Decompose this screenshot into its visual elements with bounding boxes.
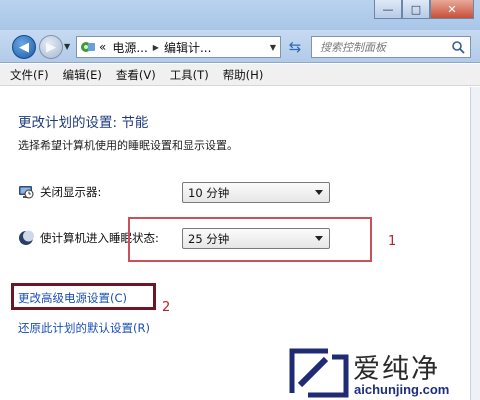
display-off-row: 关闭显示器: [18, 181, 101, 203]
recent-pages-dropdown[interactable]: ▼ [64, 42, 70, 51]
address-dropdown-icon[interactable]: ▼ [270, 43, 276, 52]
control-panel-icon [77, 39, 99, 55]
menu-edit[interactable]: 编辑(E) [63, 67, 102, 83]
display-off-value: 10 分钟 [188, 185, 230, 200]
moon-icon [18, 230, 34, 246]
breadcrumb-item-power[interactable]: 电源... [112, 39, 147, 56]
page-title: 更改计划的设置: 节能 [18, 115, 149, 131]
restore-defaults-link[interactable]: 还原此计划的默认设置(R) [18, 320, 150, 336]
search-box[interactable] [311, 36, 471, 58]
search-input[interactable] [320, 40, 450, 54]
window-controls: — □ ✕ [374, 0, 474, 19]
arrow-right-icon: ▶ [46, 39, 56, 55]
maximize-button[interactable]: □ [402, 0, 430, 19]
close-button[interactable]: ✕ [430, 0, 474, 19]
back-button[interactable]: ◀ [12, 35, 36, 59]
display-off-label: 关闭显示器: [40, 185, 102, 199]
refresh-icon: ⇆ [288, 38, 302, 56]
watermark-url: aichunjing.com [354, 382, 450, 397]
annotation-box-advanced [11, 283, 156, 310]
arrow-left-icon: ◀ [19, 39, 29, 55]
forward-button[interactable]: ▶ [39, 35, 63, 59]
monitor-clock-icon [18, 184, 34, 200]
refresh-button[interactable]: ⇆ [285, 38, 305, 56]
menu-help[interactable]: 帮助(H) [223, 67, 264, 83]
address-bar[interactable]: « 电源... ▶ 编辑计... ▼ [76, 36, 281, 58]
breadcrumb-prefix[interactable]: « [99, 40, 106, 54]
window-titlebar: — □ ✕ [0, 0, 480, 30]
menu-file[interactable]: 文件(F) [10, 67, 49, 83]
watermark: 爱纯净 aichunjing.com [288, 345, 478, 400]
menu-tools[interactable]: 工具(T) [170, 67, 209, 83]
annotation-number-2: 2 [162, 300, 171, 315]
menu-view[interactable]: 查看(V) [116, 67, 156, 83]
navigation-bar: ◀ ▶ ▼ « 电源... ▶ 编辑计... ▼ ⇆ [0, 30, 480, 63]
chevron-down-icon [315, 190, 323, 195]
annotation-box-sleep [128, 217, 372, 262]
breadcrumb-separator-icon[interactable]: ▶ [153, 43, 159, 52]
display-off-select[interactable]: 10 分钟 [182, 182, 330, 203]
breadcrumb-item-edit-plan[interactable]: 编辑计... [164, 39, 211, 56]
brand-logo-icon [289, 348, 349, 398]
search-icon[interactable] [451, 40, 465, 54]
watermark-brand: 爱纯净 [353, 354, 440, 385]
menu-bar: 文件(F) 编辑(E) 查看(V) 工具(T) 帮助(H) [0, 64, 480, 86]
minimize-button[interactable]: — [374, 0, 402, 19]
page-description: 选择希望计算机使用的睡眠设置和显示设置。 [18, 139, 238, 152]
annotation-number-1: 1 [388, 234, 397, 249]
